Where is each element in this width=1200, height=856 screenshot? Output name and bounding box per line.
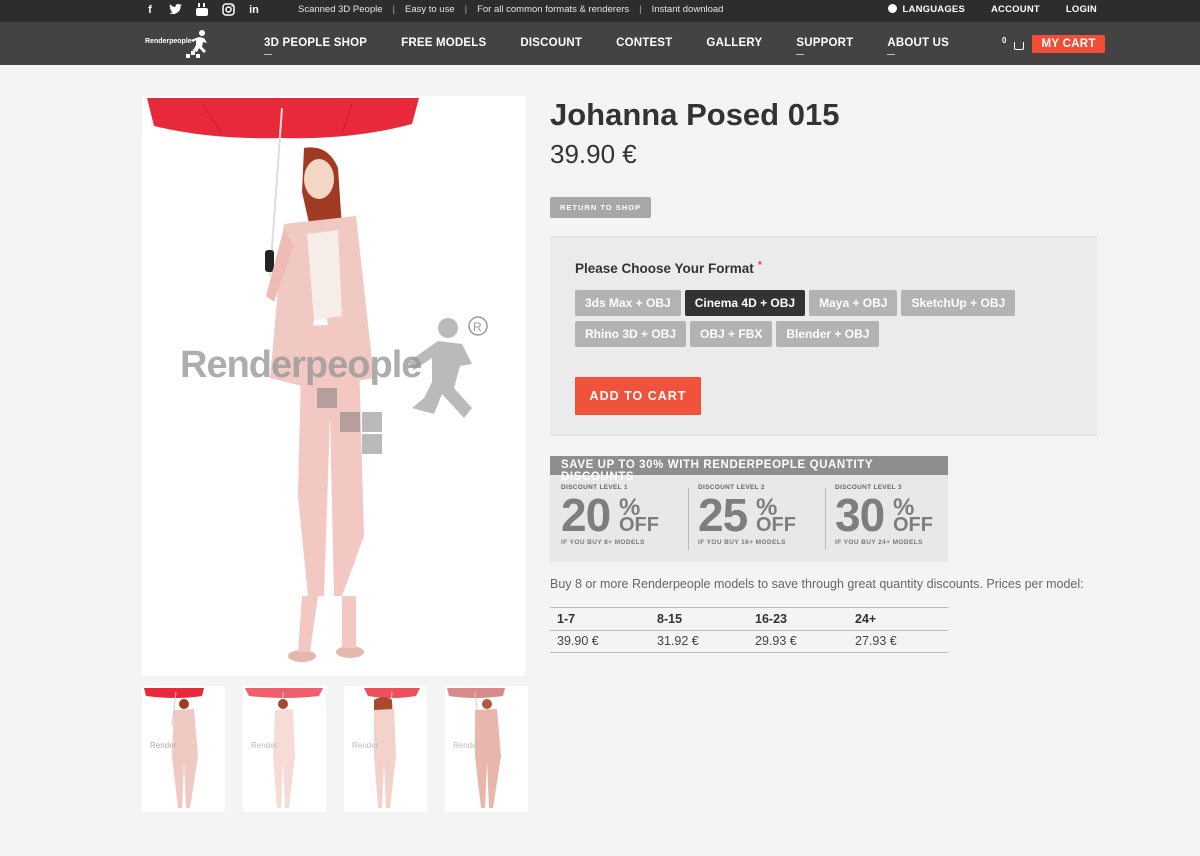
return-to-shop-button[interactable]: RETURN TO SHOP — [550, 197, 651, 218]
svg-text:Render: Render — [352, 741, 379, 750]
table-header-row: 1-7 8-15 16-23 24+ — [550, 607, 948, 631]
top-strip: f in Scanned 3D People | Easy to use | F… — [0, 0, 1200, 22]
nav-gallery[interactable]: GALLERY — [706, 37, 762, 49]
product-title: Johanna Posed 015 — [550, 97, 840, 132]
separator: | — [392, 4, 395, 15]
format-selector: Please Choose Your Format * 3ds Max + OBJ… — [550, 236, 1097, 436]
nav-support[interactable]: SUPPORT — [796, 37, 853, 55]
product-main-image[interactable]: R Renderpeople — [142, 96, 525, 676]
table-cell: 27.93 € — [848, 630, 948, 653]
table-row: 39.90 € 31.92 € 29.93 € 27.93 € — [550, 630, 948, 653]
nav-about-us[interactable]: ABOUT US — [887, 37, 949, 55]
divider — [688, 488, 689, 550]
thumbnail[interactable]: Render — [344, 686, 427, 812]
languages-menu[interactable]: LANGUAGES — [887, 4, 966, 15]
format-option-sketchup[interactable]: SketchUp + OBJ — [901, 290, 1016, 316]
table-header: 16-23 — [748, 607, 848, 631]
thumbnail-illustration: Render — [144, 688, 204, 808]
svg-text:Render: Render — [150, 741, 177, 750]
logo[interactable]: Renderpeople — [145, 29, 211, 59]
watermark-text: Renderpeople — [180, 344, 422, 386]
cart-area: 0 MY CART — [1002, 35, 1105, 53]
cart-count: 0 — [1002, 35, 1007, 45]
format-label-text: Please Choose Your Format — [575, 261, 754, 276]
main-navbar: Renderpeople 3D PEOPLE SHOP FREE MODELS … — [0, 22, 1200, 65]
discount-banner[interactable]: SAVE UP TO 30% WITH RENDERPEOPLE QUANTIT… — [550, 456, 948, 562]
nav-discount[interactable]: DISCOUNT — [520, 37, 582, 49]
format-option-rhino[interactable]: Rhino 3D + OBJ — [575, 321, 687, 347]
cart-icon[interactable] — [1014, 42, 1025, 50]
thumbnail-illustration: Render — [352, 688, 420, 808]
format-option-obj-fbx[interactable]: OBJ + FBX — [690, 321, 773, 347]
thumbnail[interactable]: Render — [243, 686, 326, 812]
thumbnail-strip: Render Render Render Render — [142, 686, 528, 812]
off-label: OFF — [619, 514, 659, 536]
languages-label: LANGUAGES — [902, 4, 965, 15]
instagram-icon[interactable] — [221, 3, 235, 17]
format-option-maya[interactable]: Maya + OBJ — [809, 290, 898, 316]
youtube-icon[interactable] — [195, 3, 209, 17]
account-link[interactable]: ACCOUNT — [991, 4, 1040, 15]
main-nav: 3D PEOPLE SHOP FREE MODELS DISCOUNT CONT… — [264, 37, 949, 55]
social-links: f in — [143, 3, 261, 17]
my-cart-button[interactable]: MY CART — [1032, 35, 1105, 53]
table-header: 24+ — [848, 607, 948, 631]
format-option-cinema4d[interactable]: Cinema 4D + OBJ — [684, 290, 806, 316]
discount-level-1: DISCOUNT LEVEL 1 20 % OFF IF YOU BUY 8+ … — [561, 484, 681, 546]
discount-level-3: DISCOUNT LEVEL 3 30 % OFF IF YOU BUY 24+… — [835, 484, 955, 546]
table-cell: 31.92 € — [650, 630, 748, 653]
linkedin-icon[interactable]: in — [247, 3, 261, 17]
format-option-blender[interactable]: Blender + OBJ — [776, 321, 880, 347]
separator: | — [464, 4, 468, 15]
table-cell: 29.93 € — [748, 630, 848, 653]
login-link[interactable]: LOGIN — [1066, 4, 1097, 15]
format-row: Rhino 3D + OBJ OBJ + FBX Blender + OBJ — [575, 321, 880, 347]
svg-text:R: R — [473, 320, 482, 334]
discount-level-2: DISCOUNT LEVEL 2 25 % OFF IF YOU BUY 16+… — [698, 484, 818, 546]
table-header: 8-15 — [650, 607, 748, 631]
tagline: For all common formats & renderers — [477, 4, 630, 15]
nav-contest[interactable]: CONTEST — [616, 37, 672, 49]
tagline: Instant download — [651, 4, 724, 15]
table-header: 1-7 — [550, 607, 650, 631]
discount-description: Buy 8 or more Renderpeople models to sav… — [550, 577, 1084, 591]
off-label: OFF — [756, 514, 796, 536]
thumbnail[interactable]: Render — [445, 686, 528, 812]
taglines: Scanned 3D People | Easy to use | For al… — [298, 4, 723, 15]
separator: | — [639, 4, 642, 15]
twitter-icon[interactable] — [169, 3, 183, 17]
runner-logo-icon — [186, 30, 207, 58]
facebook-icon[interactable]: f — [143, 3, 157, 17]
svg-text:Render: Render — [453, 741, 480, 750]
thumbnail-illustration: Render — [245, 688, 323, 808]
format-label: Please Choose Your Format * — [575, 260, 762, 276]
top-right-links: LANGUAGES ACCOUNT LOGIN — [887, 4, 1098, 15]
tagline: Easy to use — [404, 4, 455, 15]
add-to-cart-button[interactable]: ADD TO CART — [575, 377, 701, 415]
tagline: Scanned 3D People — [298, 4, 383, 15]
thumbnail[interactable]: Render — [142, 686, 225, 812]
table-cell: 39.90 € — [550, 630, 650, 653]
globe-icon — [887, 4, 897, 13]
thumbnail-illustration: Render — [447, 688, 505, 808]
discount-condition: IF YOU BUY 24+ MODELS — [835, 539, 923, 546]
discount-condition: IF YOU BUY 8+ MODELS — [561, 539, 645, 546]
format-row: 3ds Max + OBJ Cinema 4D + OBJ Maya + OBJ… — [575, 290, 1016, 316]
price-table: 1-7 8-15 16-23 24+ 39.90 € 31.92 € 29.93… — [550, 607, 948, 653]
nav-free-models[interactable]: FREE MODELS — [401, 37, 486, 49]
banner-headline: SAVE UP TO 30% WITH RENDERPEOPLE QUANTIT… — [550, 456, 948, 483]
format-option-3dsmax[interactable]: 3ds Max + OBJ — [575, 290, 681, 316]
product-price: 39.90 € — [550, 139, 637, 169]
off-label: OFF — [893, 514, 933, 536]
svg-text:Render: Render — [251, 741, 278, 750]
divider — [825, 488, 826, 550]
discount-condition: IF YOU BUY 16+ MODELS — [698, 539, 786, 546]
nav-3d-people-shop[interactable]: 3D PEOPLE SHOP — [264, 37, 367, 55]
required-mark: * — [757, 260, 762, 271]
